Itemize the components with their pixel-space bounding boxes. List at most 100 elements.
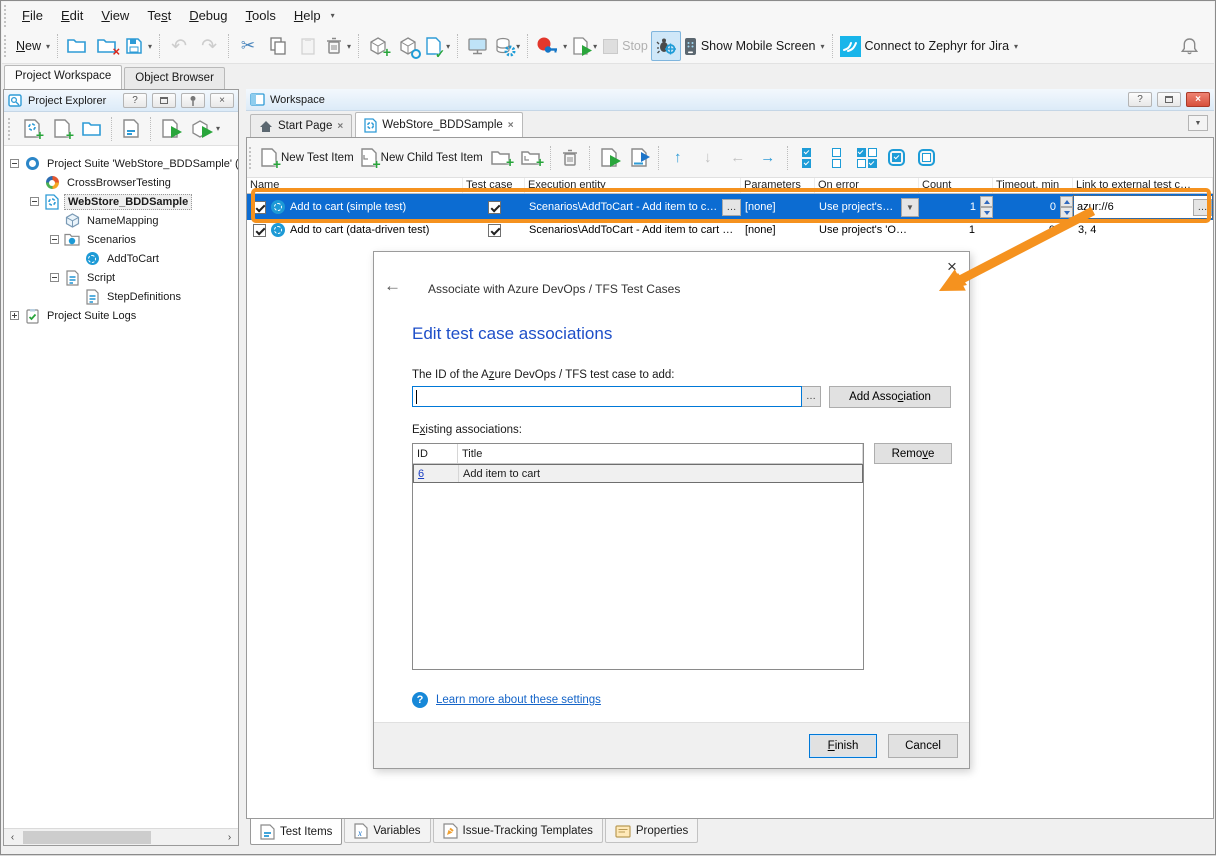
tab-object-browser[interactable]: Object Browser <box>124 67 225 89</box>
timeout-spinner[interactable] <box>1060 196 1073 218</box>
redo-button[interactable]: ↷ <box>194 31 224 61</box>
tree-item-project-suite-logs[interactable]: Project Suite Logs <box>4 306 238 325</box>
add-project-suite-button[interactable]: + <box>17 114 47 144</box>
uncheck-all-button[interactable] <box>822 143 852 173</box>
dropdown-icon[interactable]: ▾ <box>216 124 220 133</box>
column-header-title[interactable]: Title <box>458 444 863 463</box>
panel-pin-button[interactable] <box>181 93 205 108</box>
collapse-icon[interactable] <box>30 197 39 206</box>
paste-button[interactable] <box>293 31 323 61</box>
tab-properties[interactable]: Properties <box>605 819 698 843</box>
tree-item-stepdefinitions[interactable]: StepDefinitions <box>4 287 238 306</box>
learn-more-link[interactable]: Learn more about these settings <box>436 694 601 706</box>
add-association-button[interactable]: Add Association <box>829 386 951 408</box>
testcase-id-input[interactable] <box>412 386 802 407</box>
row-enabled-checkbox[interactable] <box>253 224 266 237</box>
close-tab-icon[interactable]: × <box>508 120 514 131</box>
open-project-button[interactable] <box>62 31 92 61</box>
delete-button[interactable]: ▾ <box>323 31 354 61</box>
panel-close-button[interactable]: × <box>210 93 234 108</box>
undo-button[interactable]: ↶ <box>164 31 194 61</box>
invert-checks-button[interactable] <box>852 143 882 173</box>
panel-restore-button[interactable] <box>1157 92 1181 107</box>
menu-debug[interactable]: Debug <box>180 4 236 27</box>
open-button[interactable] <box>77 114 107 144</box>
run-selected-button[interactable] <box>594 143 624 173</box>
column-header-timeout[interactable]: Timeout, min <box>993 178 1073 193</box>
expand-icon[interactable] <box>10 311 19 320</box>
column-header-execution-entity[interactable]: Execution entity <box>525 178 741 193</box>
screen-capture-button[interactable] <box>462 31 492 61</box>
collapse-icon[interactable] <box>10 159 19 168</box>
table-row[interactable]: Add to cart (data-driven test) Scenarios… <box>247 220 1213 240</box>
column-header-link-external[interactable]: Link to external test c… <box>1073 178 1213 193</box>
run-from-selected-button[interactable] <box>624 143 654 173</box>
add-item-button[interactable]: + <box>47 114 77 144</box>
test-case-checkbox[interactable] <box>488 201 501 214</box>
tree-item-namemapping[interactable]: NameMapping <box>4 211 238 230</box>
table-row[interactable]: Add to cart (simple test) Scenarios\AddT… <box>247 194 1213 220</box>
record-button[interactable]: ▾ <box>532 31 570 61</box>
panel-restore-button[interactable] <box>152 93 176 108</box>
cancel-button[interactable]: Cancel <box>888 734 958 758</box>
menu-file[interactable]: File <box>13 4 52 27</box>
menu-edit[interactable]: Edit <box>52 4 92 27</box>
menu-test[interactable]: Test <box>138 4 180 27</box>
new-group-button[interactable]: + <box>486 143 516 173</box>
link-editor[interactable]: azur://6 … <box>1074 196 1212 218</box>
horizontal-scrollbar[interactable]: ‹ › <box>4 828 238 845</box>
column-header-name[interactable]: Name <box>247 178 463 193</box>
tree-item-script[interactable]: Script <box>4 268 238 287</box>
association-id-link[interactable]: 6 <box>418 468 424 480</box>
new-test-item-button[interactable]: + New Test Item <box>258 143 357 173</box>
column-header-id[interactable]: ID <box>413 444 458 463</box>
debug-button[interactable] <box>651 31 681 61</box>
association-row[interactable]: 6 Add item to cart <box>413 464 863 483</box>
browse-testcase-button[interactable]: … <box>802 386 821 407</box>
menu-overflow-icon[interactable]: ▾ <box>331 11 335 20</box>
tab-issue-tracking-templates[interactable]: Issue-Tracking Templates <box>433 819 603 843</box>
menu-tools[interactable]: Tools <box>237 4 285 27</box>
finish-button[interactable]: Finish <box>809 734 877 758</box>
run-button[interactable]: ▾ <box>570 31 600 61</box>
data-settings-button[interactable]: ▾ <box>492 31 523 61</box>
move-up-button[interactable]: ↑ <box>663 143 693 173</box>
column-header-on-error[interactable]: On error <box>815 178 919 193</box>
tree-item-scenarios[interactable]: Scenarios <box>4 230 238 249</box>
tab-start-page[interactable]: Start Page × <box>250 114 352 137</box>
organize-button[interactable] <box>116 114 146 144</box>
run-project-suite-button[interactable] <box>185 114 215 144</box>
cut-button[interactable]: ✂ <box>233 31 263 61</box>
menu-view[interactable]: View <box>92 4 138 27</box>
remove-button[interactable]: Remove <box>874 443 952 464</box>
run-project-button[interactable] <box>155 114 185 144</box>
tab-webstore-bddsample[interactable]: WebStore_BDDSample × <box>355 112 522 137</box>
dialog-close-button[interactable]: × <box>941 256 963 278</box>
check-selected-button[interactable] <box>882 143 912 173</box>
tree-item-crossbrowsertesting[interactable]: CrossBrowserTesting <box>4 173 238 192</box>
panel-help-button[interactable]: ? <box>1128 92 1152 107</box>
column-header-parameters[interactable]: Parameters <box>741 178 815 193</box>
new-button[interactable]: New ▾ <box>13 31 53 61</box>
panel-help-button[interactable]: ? <box>123 93 147 108</box>
show-mobile-screen-button[interactable]: Show Mobile Screen ▾ <box>681 31 828 61</box>
dialog-back-button[interactable]: ← <box>384 276 401 296</box>
tab-project-workspace[interactable]: Project Workspace <box>4 65 122 89</box>
add-new-item-button[interactable]: + <box>363 31 393 61</box>
browse-entity-button[interactable]: … <box>722 199 741 216</box>
new-child-group-button[interactable]: + <box>516 143 546 173</box>
test-case-checkbox[interactable] <box>488 224 501 237</box>
tree-item-webstore-bddsample[interactable]: WebStore_BDDSample <box>4 192 238 211</box>
menu-help[interactable]: Help <box>285 4 330 27</box>
save-button[interactable]: ▾ <box>122 31 155 61</box>
check-syntax-button[interactable]: ✓ ▾ <box>423 31 453 61</box>
object-spy-button[interactable] <box>393 31 423 61</box>
notifications-button[interactable] <box>1174 31 1204 61</box>
tab-list-chevron-button[interactable]: ▼ <box>1188 115 1208 131</box>
scroll-left-icon[interactable]: ‹ <box>4 832 21 843</box>
tab-test-items[interactable]: Test Items <box>250 819 342 845</box>
on-error-dropdown-button[interactable]: ▼ <box>901 198 919 217</box>
tree-item-project-suite[interactable]: Project Suite 'WebStore_BDDSample' (1 <box>4 154 238 173</box>
column-header-test-case[interactable]: Test case <box>463 178 525 193</box>
connect-zephyr-button[interactable]: Connect to Zephyr for Jira ▾ <box>837 31 1022 61</box>
